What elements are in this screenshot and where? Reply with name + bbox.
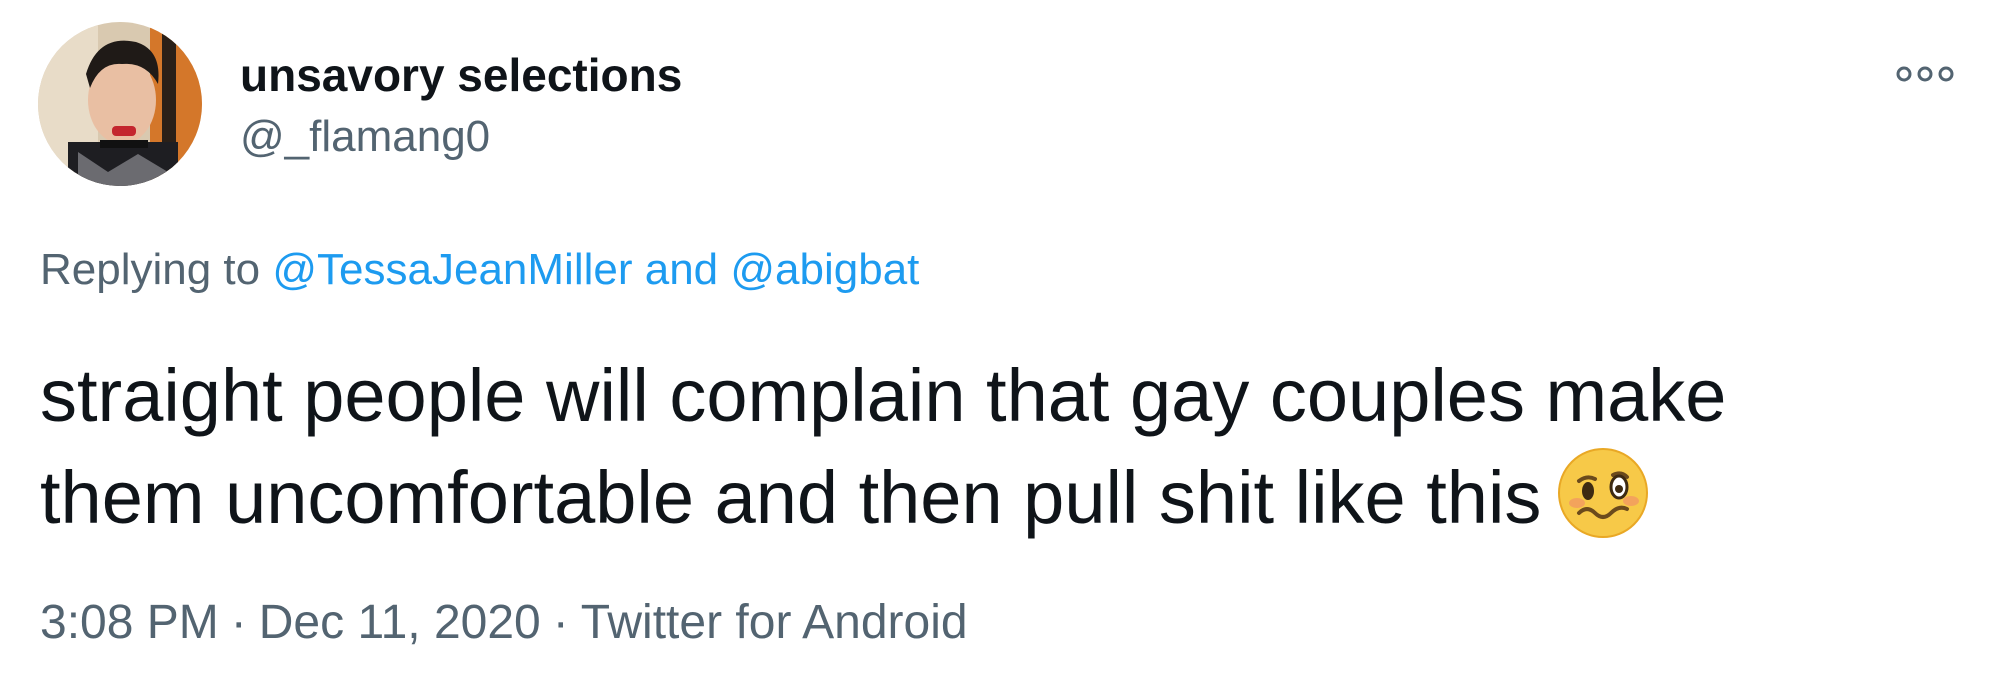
tweet-time[interactable]: 3:08 PM <box>40 596 219 649</box>
display-name[interactable]: unsavory selections <box>240 48 682 102</box>
tweet-metadata: 3:08 PM · Dec 11, 2020 · Twitter for Android <box>40 595 968 650</box>
tweet-text-line-2: them uncomfortable and then pull shit li… <box>40 456 1542 539</box>
tweet-card: unsavory selections @_flamang0 Replying … <box>0 0 2000 697</box>
meta-separator: · <box>230 596 247 649</box>
tweet-source[interactable]: Twitter for Android <box>581 596 968 649</box>
more-options-button[interactable] <box>1890 56 1960 92</box>
tweet-text: straight people will complain that gay c… <box>40 345 1940 549</box>
replying-to-line: Replying to @TessaJeanMiller and @abigba… <box>40 245 919 295</box>
meta-separator: · <box>552 596 569 649</box>
user-avatar[interactable] <box>38 22 202 186</box>
mention-link-tessajeanmiller[interactable]: @TessaJeanMiller <box>272 245 632 294</box>
tweet-text-line-1: straight people will complain that gay c… <box>40 354 1727 437</box>
tweet-text-line-2-wrapper: them uncomfortable and then pull shit li… <box>40 447 1940 549</box>
mention-conjunction: and <box>644 245 719 294</box>
woozy-face-emoji-icon <box>1558 448 1649 538</box>
more-horizontal-icon <box>1896 66 1954 82</box>
user-handle[interactable]: @_flamang0 <box>240 112 490 162</box>
profile-photo-icon <box>38 22 202 186</box>
mention-link-abigbat[interactable]: @abigbat <box>730 245 919 294</box>
tweet-date[interactable]: Dec 11, 2020 <box>259 596 541 649</box>
replying-to-label: Replying to <box>40 245 261 294</box>
